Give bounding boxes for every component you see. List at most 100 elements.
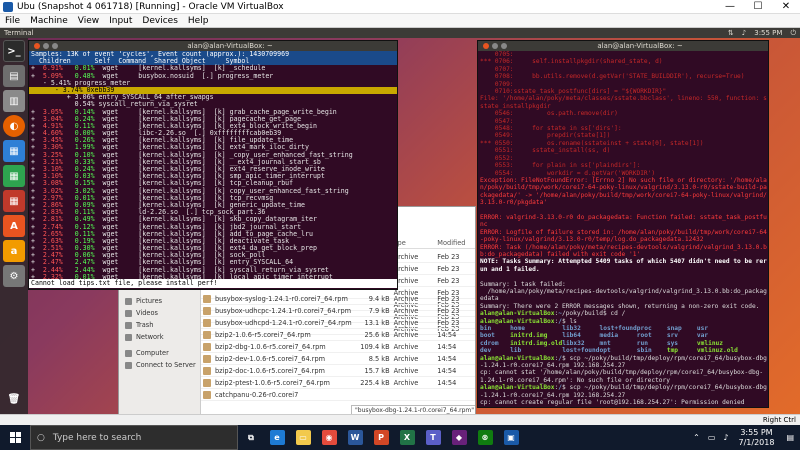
- menu-help[interactable]: Help: [183, 16, 214, 26]
- file-row[interactable]: bzip2-dbg-1.0.6-r5.corei7_64.rpm 109.4 kB…: [201, 341, 475, 353]
- ls-entry: srv: [666, 332, 679, 340]
- ubuntu-clock[interactable]: 3:55 PM: [754, 29, 782, 38]
- file-modified: 14:54: [437, 330, 457, 339]
- notifications-icon[interactable]: ▤: [780, 433, 800, 442]
- menu-view[interactable]: View: [73, 16, 104, 26]
- teams-taskbar-button[interactable]: T: [420, 425, 446, 450]
- column-type[interactable]: ype: [394, 239, 438, 247]
- files-launcher-icon-2[interactable]: ▥: [3, 90, 25, 112]
- prompt-dir: /: [558, 407, 562, 408]
- terminal-line: 0549: prepdir(state[1]): [480, 132, 611, 140]
- ls-entry: [738, 325, 768, 332]
- writer-launcher-icon[interactable]: ▦: [3, 140, 25, 162]
- file-explorer-icon: ▭: [295, 430, 311, 445]
- sidebar-item-computer[interactable]: Computer: [119, 347, 169, 359]
- powerpoint-icon: P: [373, 430, 389, 445]
- file-explorer-taskbar-button[interactable]: ▭: [290, 425, 316, 450]
- virtualbox-taskbar-button[interactable]: ▣: [498, 425, 524, 450]
- menu-input[interactable]: Input: [104, 16, 137, 26]
- file-row[interactable]: bzip2-dev-1.0.6-r5.corei7_64.rpm 8.5 kB Ar…: [201, 353, 475, 365]
- menu-file[interactable]: File: [0, 16, 25, 26]
- chevron-up-icon[interactable]: ⌃: [689, 433, 704, 442]
- start-button[interactable]: [0, 425, 30, 450]
- file-name: busybox-udhcpd-1.24.1-r0.corei7_64.rpm: [214, 318, 352, 327]
- package-icon: [203, 318, 211, 327]
- sidebar-item-network[interactable]: Network: [119, 331, 164, 343]
- chrome-taskbar-button[interactable]: ◉: [316, 425, 342, 450]
- volume-icon[interactable]: ♪: [719, 433, 732, 442]
- visual-studio-taskbar-button[interactable]: ◆: [446, 425, 472, 450]
- amazon-launcher-icon[interactable]: a: [3, 240, 25, 262]
- settings-launcher-icon[interactable]: ⚙: [3, 265, 25, 287]
- trash-launcher-icon[interactable]: 🗑: [3, 388, 25, 410]
- taskbar-clock[interactable]: 3:55 PM 7/1/2018: [733, 428, 781, 448]
- file-row[interactable]: busybox-udhcpc-1.24.1-r0.corei7_64.rpm 7.…: [201, 305, 475, 317]
- package-icon: [203, 354, 211, 363]
- perf-report-output[interactable]: Samples: 13K of event 'cycles', Event co…: [29, 51, 397, 289]
- volume-icon[interactable]: ♪: [742, 29, 746, 38]
- build-terminal-output[interactable]: 0705: *** 0706: self.installpkgdir(shared…: [478, 51, 768, 407]
- ls-entry: boot: [480, 332, 495, 340]
- excel-icon: X: [399, 430, 415, 445]
- minimize-button[interactable]: —: [716, 1, 744, 12]
- close-button[interactable]: ✕: [772, 1, 800, 12]
- close-icon[interactable]: [483, 43, 489, 49]
- vbox-titlebar: Ubu (Snapshot 4 061718) [Running] - Orac…: [0, 0, 800, 14]
- xbox-icon: ⊗: [477, 430, 493, 445]
- terminal-line: 0547:: [480, 117, 514, 125]
- excel-taskbar-button[interactable]: X: [394, 425, 420, 450]
- maximize-icon[interactable]: [501, 43, 507, 49]
- software-launcher-icon[interactable]: A: [3, 215, 25, 237]
- xbox-taskbar-button[interactable]: ⊗: [472, 425, 498, 450]
- edge-taskbar-button[interactable]: e: [264, 425, 290, 450]
- ls-entry: vmlinuz.old: [696, 347, 738, 355]
- firefox-launcher-icon[interactable]: ◐: [3, 115, 25, 137]
- terminal-line: 0554: workdir = d.getVar('WORKDIR'): [480, 169, 656, 177]
- menu-devices[interactable]: Devices: [137, 16, 182, 26]
- close-icon[interactable]: [34, 43, 40, 49]
- terminal-launcher-icon[interactable]: >_: [3, 40, 25, 62]
- file-row[interactable]: busybox-udhcpd-1.24.1-r0.corei7_64.rpm 13…: [201, 317, 475, 329]
- powerpoint-taskbar-button[interactable]: P: [368, 425, 394, 450]
- file-row[interactable]: bzip2-1.0.6-r5.corei7_64.rpm 25.6 kB Archi…: [201, 329, 475, 341]
- file-row[interactable]: busybox-syslog-1.24.1-r0.corei7_64.rpm 9.…: [201, 293, 475, 305]
- files-launcher-icon[interactable]: ▤: [3, 65, 25, 87]
- network-icon[interactable]: ▭: [704, 433, 720, 442]
- file-size: 15.7 kB: [364, 366, 390, 375]
- word-taskbar-button[interactable]: W: [342, 425, 368, 450]
- file-row[interactable]: bzip2-ptest-1.0.6-r5.corei7_64.rpm 225.4 …: [201, 377, 475, 389]
- search-placeholder: Type here to search: [52, 432, 142, 443]
- power-icon[interactable]: ⏻: [790, 29, 796, 38]
- sidebar-item-videos[interactable]: Videos: [119, 307, 158, 319]
- network-icon[interactable]: ⇅: [728, 29, 734, 38]
- taskbar-search-box[interactable]: ○ Type here to search: [30, 425, 238, 450]
- minimize-icon[interactable]: [43, 43, 49, 49]
- minimize-icon[interactable]: [492, 43, 498, 49]
- calc-launcher-icon[interactable]: ▦: [3, 165, 25, 187]
- terminal-line: ERROR: Logfile of failure stored in: /ho…: [480, 228, 767, 244]
- files-status-bar: "busybox-dbg-1.24.1-r0.corei7_64.rpm" se…: [351, 405, 475, 414]
- file-modified: Feb 23: [437, 294, 460, 303]
- perf-terminal-window[interactable]: alan@alan-VirtualBox: ~ Samples: 13K of …: [28, 40, 398, 290]
- menu-machine[interactable]: Machine: [25, 16, 73, 26]
- chrome-icon: ◉: [321, 430, 337, 445]
- sidebar-item-trash[interactable]: Trash: [119, 319, 153, 331]
- sidebar-item-pictures[interactable]: Pictures: [119, 295, 162, 307]
- build-terminal-window[interactable]: alan@alan-VirtualBox: ~ 0705: *** 0706: s…: [477, 40, 769, 408]
- sidebar-item-connect-server[interactable]: Connect to Server: [119, 359, 196, 371]
- file-row[interactable]: catchpanu-0.26-r0.corei7: [201, 389, 475, 401]
- column-modified[interactable]: Modified: [437, 239, 475, 247]
- ls-entry: [738, 332, 768, 339]
- package-icon: [203, 390, 211, 399]
- terminal-line: 0551: sstate_install(ss, d): [480, 147, 611, 155]
- impress-launcher-icon[interactable]: ▦: [3, 190, 25, 212]
- task-view-taskbar-button[interactable]: ⧉: [238, 425, 264, 450]
- maximize-icon[interactable]: [52, 43, 58, 49]
- computer-icon: [125, 349, 132, 357]
- file-size: 109.4 kB: [360, 342, 390, 351]
- maximize-button[interactable]: ☐: [744, 1, 772, 12]
- file-row[interactable]: bzip2-doc-1.0.6-r5.corei7_64.rpm 15.7 kB A…: [201, 365, 475, 377]
- file-modified: Feb 23: [437, 318, 460, 327]
- prompt-user: alan@alan-VirtualBox: [480, 407, 555, 408]
- terminal-line: File: '/home/alan/poky/meta/classes/ssta…: [480, 95, 767, 110]
